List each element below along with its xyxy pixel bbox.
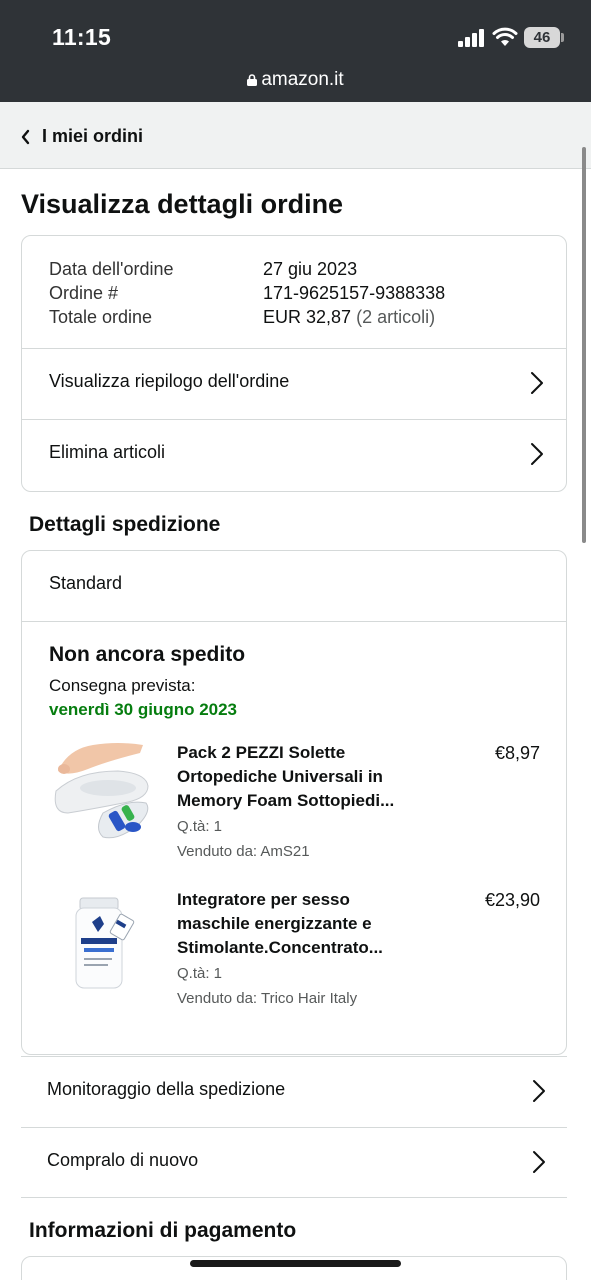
chevron-right-icon [531,372,543,394]
chevron-left-icon [21,129,30,145]
item-price: €23,90 [484,890,540,910]
battery-tip [561,33,564,42]
order-total-row: Totale ordine EUR 32,87 (2 articoli) [49,305,529,329]
order-total-value: EUR 32,87 (2 articoli) [263,305,435,329]
order-date-row: Data dell'ordine 27 giu 2023 [49,257,529,281]
order-number-label: Ordine # [49,283,119,303]
buy-again-link[interactable]: Compralo di nuovo [21,1127,567,1198]
home-indicator[interactable] [190,1260,401,1267]
supplement-product-image[interactable] [48,888,158,998]
item-title[interactable]: Integratore per sesso maschile energizza… [177,888,417,960]
shipment-card: Standard Non ancora spedito Consegna pre… [21,550,567,1055]
order-number-row: Ordine # 171-9625157-9388338 [49,281,529,305]
payment-section-title: Informazioni di pagamento [29,1219,297,1242]
url-text: amazon.it [261,69,344,90]
item-title[interactable]: Pack 2 PEZZI Solette Ortopediche Univers… [177,741,417,813]
chevron-right-icon [533,1151,545,1173]
track-shipment-label: Monitoraggio della spedizione [47,1079,286,1099]
order-date-label: Data dell'ordine [49,259,174,279]
back-label: I miei ordini [42,126,144,146]
item-seller: Venduto da: AmS21 [177,843,310,860]
insoles-product-image[interactable] [48,741,158,851]
item-price: €8,97 [494,743,540,763]
scrollbar[interactable] [582,147,586,543]
order-total-label: Totale ordine [49,307,153,327]
delete-items-link[interactable]: Elimina articoli [22,419,566,490]
order-number-value: 171-9625157-9388338 [263,283,446,303]
order-info: Data dell'ordine 27 giu 2023 Ordine # 17… [49,257,529,329]
shipment-status: Non ancora spedito [49,643,246,666]
order-item-count: (2 articoli) [356,307,436,327]
item-quantity: Q.tà: 1 [177,965,223,982]
view-order-summary-link[interactable]: Visualizza riepilogo dell'ordine [22,348,566,419]
buy-again-label: Compralo di nuovo [47,1150,199,1170]
item-quantity: Q.tà: 1 [177,818,223,835]
status-time: 11:15 [52,24,112,50]
view-order-summary-label: Visualizza riepilogo dell'ordine [49,371,290,391]
delivery-date: venerdì 30 giugno 2023 [49,700,238,719]
shipping-section-title: Dettagli spedizione [29,513,221,536]
order-summary-card: Data dell'ordine 27 giu 2023 Ordine # 17… [21,235,567,492]
order-date-value: 27 giu 2023 [263,259,358,279]
battery-icon: 46 [524,27,560,48]
track-shipment-link[interactable]: Monitoraggio della spedizione [21,1056,567,1127]
back-navigation[interactable]: I miei ordini [0,102,591,169]
signal-icon [458,29,486,47]
divider [22,621,566,622]
delivery-label: Consegna prevista: [49,676,196,695]
status-bar: 11:15 46 [0,0,591,62]
order-item[interactable]: Integratore per sesso maschile energizza… [22,888,566,1018]
page-title: Visualizza dettagli ordine [21,189,344,219]
chevron-right-icon [533,1080,545,1102]
url-bar[interactable]: amazon.it [0,62,591,102]
item-seller: Venduto da: Trico Hair Italy [177,990,358,1007]
delete-items-label: Elimina articoli [49,442,166,462]
lock-icon [247,74,258,86]
order-total-amount: EUR 32,87 [263,307,352,327]
order-item[interactable]: Pack 2 PEZZI Solette Ortopediche Univers… [22,741,566,871]
shipping-type: Standard [49,573,123,593]
wifi-icon [492,27,518,46]
chevron-right-icon [531,443,543,465]
